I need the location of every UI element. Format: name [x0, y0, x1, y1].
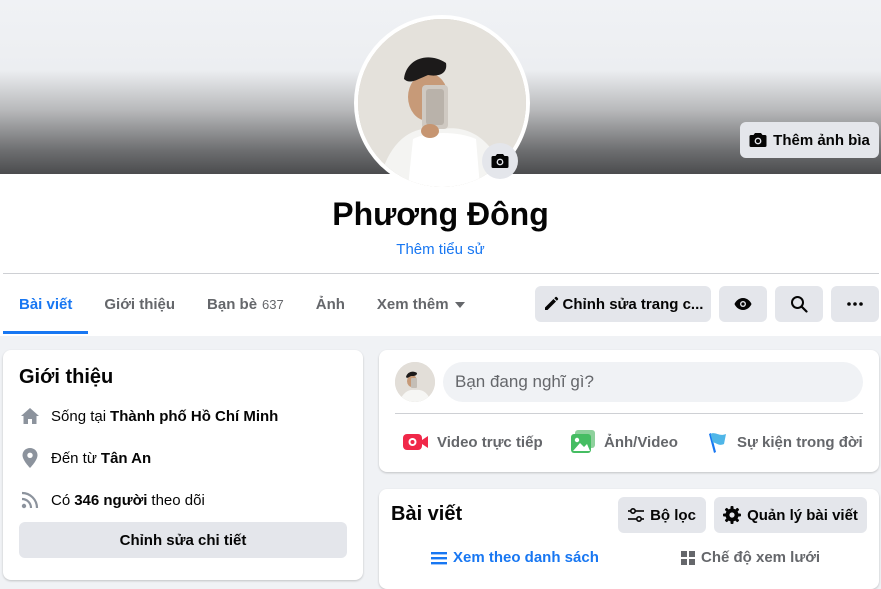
whats-on-your-mind-input[interactable]: Bạn đang nghĩ gì? [443, 362, 863, 402]
location-pin-icon [19, 447, 41, 469]
tab-about[interactable]: Giới thiệu [88, 274, 191, 334]
followers-prefix: Có [51, 491, 71, 509]
profile-tabs: Bài viết Giới thiệu Bạn bè 637 Ảnh Xem th… [3, 274, 481, 334]
profile-name: Phương Đông [332, 196, 549, 232]
filter-icon [628, 508, 645, 522]
from-place-link[interactable]: Tân An [101, 450, 151, 467]
caret-down-icon [454, 302, 465, 308]
edit-profile-button[interactable]: Chỉnh sửa trang c... [535, 286, 711, 322]
edit-details-label: Chỉnh sửa chi tiết [119, 531, 247, 549]
live-video-label: Video trực tiếp [437, 433, 543, 451]
friends-count: 637 [262, 296, 284, 312]
edit-details-button[interactable]: Chỉnh sửa chi tiết [19, 522, 347, 558]
filter-label: Bộ lọc [650, 506, 696, 524]
rss-icon [19, 489, 41, 511]
more-options-button[interactable] [831, 286, 879, 322]
add-cover-photo-button[interactable]: Thêm ảnh bìa [740, 122, 879, 158]
post-composer: Bạn đang nghĩ gì? Video trực tiếp Ảnh/Vi… [379, 350, 879, 472]
followers-suffix: theo dõi [151, 491, 205, 509]
home-icon [19, 405, 41, 427]
photo-video-label: Ảnh/Video [604, 433, 678, 451]
intro-title: Giới thiệu [19, 366, 114, 388]
camera-icon [491, 154, 509, 168]
composer-placeholder: Bạn đang nghĩ gì? [455, 372, 594, 391]
list-view-tab[interactable]: Xem theo danh sách [431, 549, 599, 566]
photo-icon [571, 430, 595, 453]
tab-label: Ảnh [315, 295, 345, 313]
manage-posts-label: Quản lý bài viết [747, 506, 858, 524]
eye-icon [734, 298, 752, 310]
posts-title: Bài viết [391, 503, 463, 525]
life-event-button[interactable]: Sự kiện trong đời [707, 422, 863, 462]
tab-label: Giới thiệu [104, 295, 176, 313]
tab-label: Xem thêm [376, 295, 449, 313]
list-view-label: Xem theo danh sách [453, 549, 599, 566]
life-event-label: Sự kiện trong đời [737, 433, 863, 451]
tab-posts[interactable]: Bài viết [3, 274, 89, 334]
view-as-button[interactable] [719, 286, 767, 322]
edit-profile-label: Chỉnh sửa trang c... [562, 295, 704, 313]
gear-icon [723, 506, 742, 524]
add-cover-photo-label: Thêm ảnh bìa [773, 131, 870, 149]
from-prefix: Đến từ [51, 449, 97, 467]
lives-place-link[interactable]: Thành phố Hồ Chí Minh [110, 408, 278, 425]
intro-from-row: Đến từ Tân An [19, 447, 155, 469]
add-bio-link[interactable]: Thêm tiểu sử [0, 241, 881, 258]
lives-prefix: Sống tại [51, 407, 107, 425]
add-bio-label: Thêm tiểu sử [396, 241, 485, 258]
tab-more[interactable]: Xem thêm [361, 274, 481, 334]
manage-posts-button[interactable]: Quản lý bài viết [714, 497, 867, 533]
camera-icon [749, 133, 767, 147]
live-video-icon [403, 434, 428, 450]
intro-lives-row: Sống tại Thành phố Hồ Chí Minh [19, 405, 282, 427]
tab-label: Bài viết [19, 295, 73, 313]
intro-card: Giới thiệu Sống tại Thành phố Hồ Chí Min… [3, 350, 363, 580]
more-dots-icon [847, 302, 863, 306]
search-icon [791, 296, 808, 313]
update-avatar-button[interactable] [482, 143, 518, 179]
posts-card: Bài viết Bộ lọc Quản lý bài viết Xem the… [379, 489, 879, 589]
grid-view-label: Chế độ xem lưới [701, 549, 821, 566]
tab-photos[interactable]: Ảnh [300, 274, 361, 334]
intro-followers-row: Có 346 người theo dõi [19, 489, 205, 511]
followers-count-link[interactable]: 346 người [74, 492, 147, 509]
list-icon [431, 551, 447, 564]
grid-icon [681, 550, 695, 565]
pencil-icon [544, 296, 558, 310]
grid-view-tab[interactable]: Chế độ xem lưới [681, 549, 820, 566]
photo-video-button[interactable]: Ảnh/Video [570, 422, 678, 462]
avatar[interactable] [395, 362, 435, 402]
flag-icon [709, 433, 726, 453]
search-profile-button[interactable] [775, 286, 823, 322]
live-video-button[interactable]: Video trực tiếp [403, 422, 543, 462]
composer-divider [395, 413, 863, 414]
tab-label: Bạn bè [207, 295, 258, 313]
filter-button[interactable]: Bộ lọc [618, 497, 706, 533]
tab-friends[interactable]: Bạn bè 637 [191, 274, 300, 334]
